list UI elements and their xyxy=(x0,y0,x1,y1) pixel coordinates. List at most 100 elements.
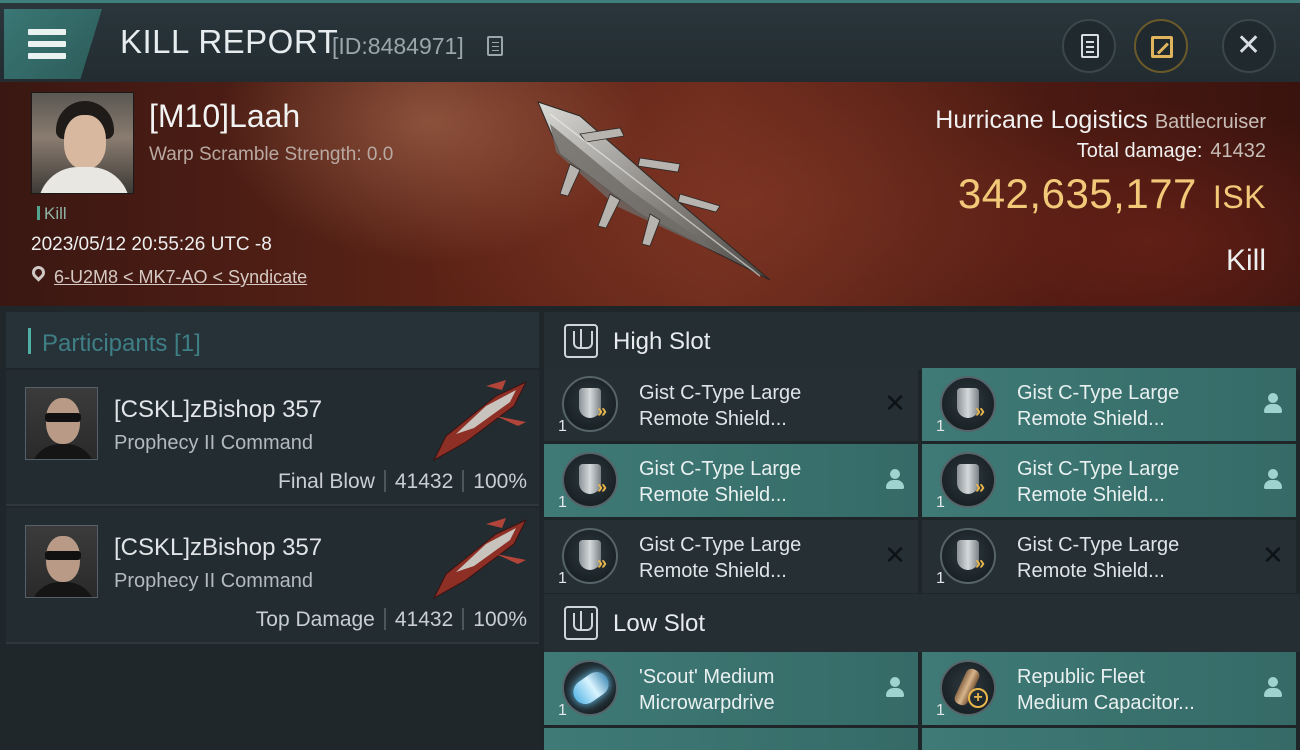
chevron-icon: » xyxy=(975,401,986,421)
result-label: Kill xyxy=(1225,244,1266,277)
participants-title: Participants [1] xyxy=(42,330,201,357)
participants-panel: Participants [1] [CSKL]zBishop 357 Proph… xyxy=(0,306,540,750)
hamburger-line xyxy=(28,41,66,47)
shield-booster-icon: » xyxy=(940,528,996,584)
module-name-line: Remote Shield... xyxy=(639,484,787,506)
shield-booster-icon: » xyxy=(562,376,618,432)
report-button[interactable] xyxy=(1062,19,1116,73)
capacitor-booster-icon: + xyxy=(940,660,996,716)
participant-ship-image xyxy=(432,518,528,600)
separator xyxy=(383,470,386,492)
header-accent xyxy=(28,328,31,354)
chevron-icon: » xyxy=(597,477,608,497)
close-icon: ✕ xyxy=(1236,29,1262,62)
module-name-line: Remote Shield... xyxy=(1017,560,1165,582)
high-slot-title: High Slot xyxy=(613,328,711,355)
module-name: Gist C-Type Large Remote Shield... xyxy=(1017,380,1179,432)
separator xyxy=(383,608,386,630)
module-name-line: Gist C-Type Large xyxy=(1017,534,1180,556)
participant-ship: Prophecy II Command xyxy=(114,432,313,454)
module-quantity: 1 xyxy=(558,494,567,511)
module-name-line: Medium Capacitor... xyxy=(1017,692,1195,714)
chevron-icon: » xyxy=(975,553,986,573)
module-item[interactable]: » 1 Gist C-Type Large Remote Shield... xyxy=(922,368,1296,441)
location-pin-icon xyxy=(29,263,48,282)
destroyed-icon: ✕ xyxy=(1262,540,1284,570)
participant-row[interactable]: [CSKL]zBishop 357 Prophecy II Command Fi… xyxy=(6,370,539,506)
module-item-partial[interactable] xyxy=(922,728,1296,750)
module-quantity: 1 xyxy=(936,570,945,587)
ship-type: Hurricane Logistics xyxy=(935,106,1148,134)
module-name-line: Gist C-Type Large xyxy=(1017,382,1180,404)
share-button[interactable] xyxy=(1134,19,1188,73)
dropped-person-icon xyxy=(884,468,906,490)
module-item[interactable]: » 1 Gist C-Type Large Remote Shield... ✕ xyxy=(544,368,918,441)
ship-class: Battlecruiser xyxy=(1154,111,1266,133)
separator xyxy=(462,608,465,630)
module-quantity: 1 xyxy=(558,418,567,435)
module-name-line: Gist C-Type Large xyxy=(639,534,802,556)
participant-role: Final Blow xyxy=(278,470,375,493)
total-damage: Total damage: 41432 xyxy=(1077,140,1266,163)
module-name-line: Remote Shield... xyxy=(639,408,787,430)
isk-unit: ISK xyxy=(1212,179,1266,215)
high-slot-icon xyxy=(564,324,598,358)
module-name: Gist C-Type Large Remote Shield... xyxy=(1017,532,1179,584)
chevron-icon: » xyxy=(597,553,608,573)
module-quantity: 1 xyxy=(558,570,567,587)
module-item-partial[interactable] xyxy=(544,728,918,750)
plus-icon: + xyxy=(968,688,988,708)
module-item[interactable]: » 1 Gist C-Type Large Remote Shield... xyxy=(922,444,1296,517)
participant-row[interactable]: [CSKL]zBishop 357 Prophecy II Command To… xyxy=(6,508,539,644)
dropped-person-icon xyxy=(1262,468,1284,490)
module-name-line: 'Scout' Medium xyxy=(639,666,775,688)
isk-value: 342,635,177 ISK xyxy=(958,170,1266,218)
destroyed-icon: ✕ xyxy=(884,540,906,570)
chevron-icon: » xyxy=(597,401,608,421)
module-quantity: 1 xyxy=(936,702,945,719)
module-item[interactable]: » 1 Gist C-Type Large Remote Shield... xyxy=(544,444,918,517)
menu-button[interactable] xyxy=(4,9,102,79)
victim-portrait[interactable] xyxy=(31,92,134,194)
page-title: KILL REPORT xyxy=(120,23,339,60)
copy-icon[interactable] xyxy=(487,36,503,56)
module-item[interactable]: » 1 Gist C-Type Large Remote Shield... ✕ xyxy=(922,520,1296,593)
participant-stats: Top Damage 41432 100% xyxy=(256,608,527,632)
total-damage-value: 41432 xyxy=(1210,140,1266,162)
participant-avatar[interactable] xyxy=(25,525,98,598)
participants-header[interactable]: Participants [1] xyxy=(6,312,539,368)
participant-damage: 41432 xyxy=(394,608,454,631)
shield-booster-icon: » xyxy=(562,528,618,584)
module-item[interactable]: + 1 Republic Fleet Medium Capacitor... xyxy=(922,652,1296,725)
close-button[interactable]: ✕ xyxy=(1222,19,1276,73)
module-item[interactable]: 1 'Scout' Medium Microwarpdrive xyxy=(544,652,918,725)
participant-ship: Prophecy II Command xyxy=(114,570,313,592)
module-name-line: Microwarpdrive xyxy=(639,692,775,714)
module-quantity: 1 xyxy=(936,494,945,511)
module-name: 'Scout' Medium Microwarpdrive xyxy=(639,664,775,716)
avatar-glasses xyxy=(45,551,81,560)
module-quantity: 1 xyxy=(936,418,945,435)
kill-timestamp: 2023/05/12 20:55:26 UTC -8 xyxy=(31,234,272,255)
shield-booster-icon: » xyxy=(562,452,618,508)
kill-location-link[interactable]: 6-U2M8 < MK7-AO < Syndicate xyxy=(54,267,307,288)
module-name-line: Republic Fleet xyxy=(1017,666,1145,688)
hamburger-line xyxy=(28,53,66,59)
module-name: Gist C-Type Large Remote Shield... xyxy=(639,532,801,584)
victim-name: [M10]Laah xyxy=(149,98,301,134)
dropped-person-icon xyxy=(884,676,906,698)
module-name: Gist C-Type Large Remote Shield... xyxy=(639,380,801,432)
top-bar: KILL REPORT [ID:8484971] ✕ xyxy=(0,0,1300,82)
participant-stats: Final Blow 41432 100% xyxy=(278,470,527,494)
dropped-person-icon xyxy=(1262,392,1284,414)
module-name-line: Gist C-Type Large xyxy=(639,458,802,480)
participant-avatar[interactable] xyxy=(25,387,98,460)
low-slot-header: Low Slot xyxy=(544,594,1300,652)
separator xyxy=(462,470,465,492)
participant-name: [CSKL]zBishop 357 xyxy=(114,534,323,561)
microwarpdrive-icon xyxy=(562,660,618,716)
module-item[interactable]: » 1 Gist C-Type Large Remote Shield... ✕ xyxy=(544,520,918,593)
portrait-body xyxy=(38,167,130,193)
victim-ship-image xyxy=(537,101,771,281)
avatar-glasses xyxy=(45,413,81,422)
